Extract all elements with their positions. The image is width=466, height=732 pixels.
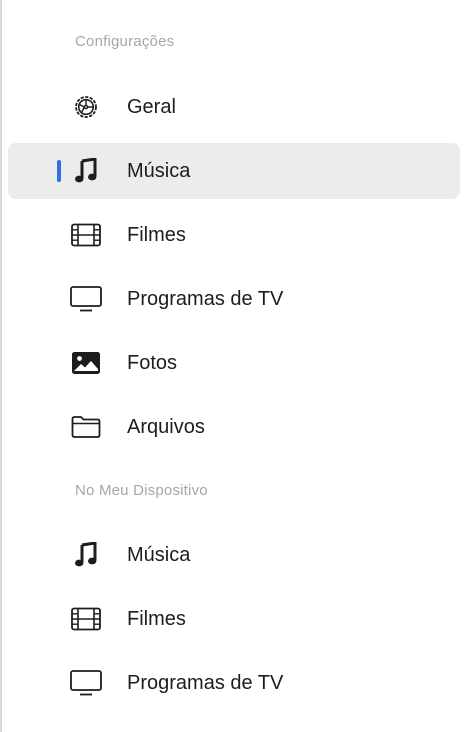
sidebar-item-programas-de-tv[interactable]: Programas de TV [8, 271, 460, 327]
sidebar-item-geral[interactable]: Geral [8, 79, 460, 135]
selection-indicator [57, 160, 61, 182]
sidebar-item-label: Programas de TV [127, 288, 284, 310]
sidebar-item-fotos[interactable]: Fotos [8, 335, 460, 391]
film-icon [70, 220, 102, 250]
gear-icon [70, 92, 102, 122]
sidebar-item-device-filmes[interactable]: Filmes [8, 591, 460, 647]
film-icon [70, 604, 102, 634]
music-note-icon [70, 156, 102, 186]
sidebar-item-label: Programas de TV [127, 672, 284, 694]
sidebar-item-label: Filmes [127, 608, 186, 630]
sidebar-item-label: Música [127, 160, 191, 182]
sidebar-item-musica-selected[interactable]: Música [8, 143, 460, 199]
sidebar-item-arquivos[interactable]: Arquivos [8, 399, 460, 455]
section-header-configuracoes: Configurações [75, 33, 175, 50]
sidebar: Configurações Geral Música Filmes Progra… [0, 0, 466, 732]
sidebar-item-label: Fotos [127, 352, 178, 374]
sidebar-item-label: Geral [127, 96, 176, 118]
music-note-icon [70, 540, 102, 570]
sidebar-divider [0, 0, 2, 732]
sidebar-item-filmes[interactable]: Filmes [8, 207, 460, 263]
sidebar-item-device-musica[interactable]: Música [8, 527, 460, 583]
sidebar-item-device-programas-de-tv[interactable]: Programas de TV [8, 655, 460, 711]
sidebar-item-label: Arquivos [127, 416, 205, 438]
section-header-no-meu-dispositivo: No Meu Dispositivo [75, 482, 208, 499]
folder-icon [70, 412, 102, 442]
sidebar-item-label: Filmes [127, 224, 186, 246]
tv-icon [70, 284, 102, 314]
photo-icon [70, 348, 102, 378]
tv-icon [70, 668, 102, 698]
sidebar-item-label: Música [127, 544, 191, 566]
